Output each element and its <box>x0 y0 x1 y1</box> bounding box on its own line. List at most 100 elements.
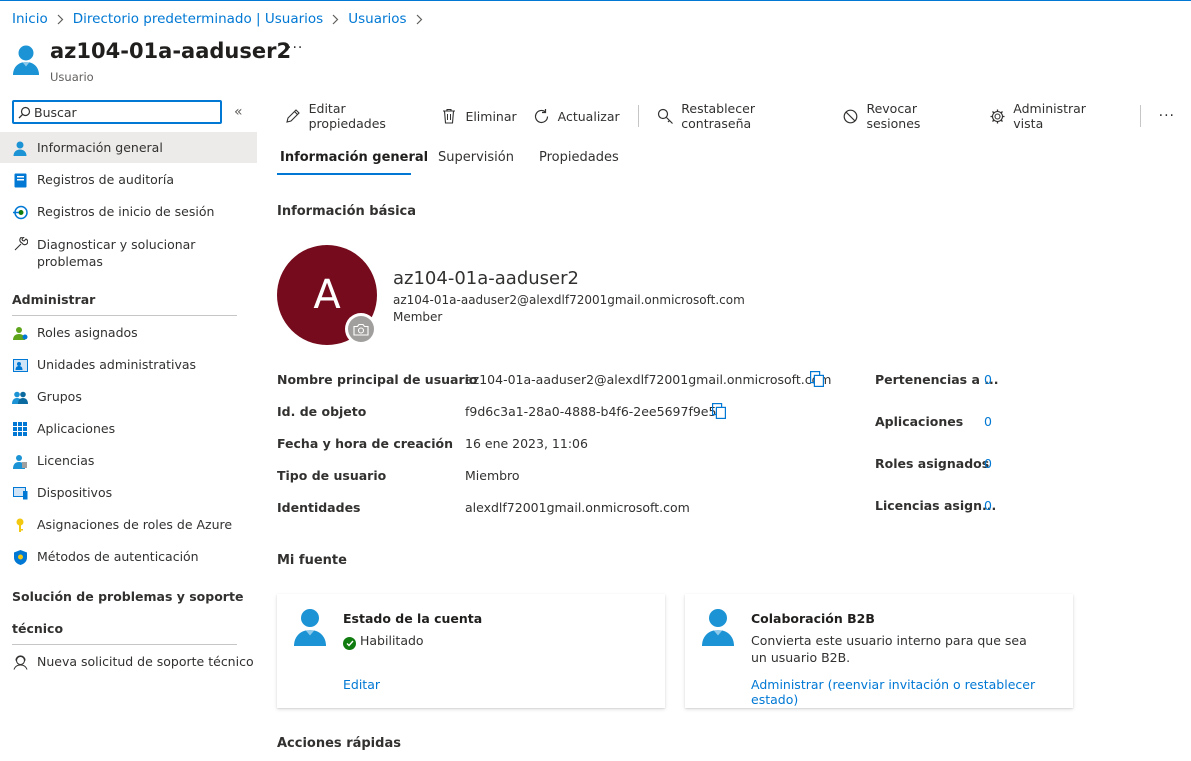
my-feed-title: Mi fuente <box>277 553 347 568</box>
sidebar-item-label: Registros de inicio de sesión <box>37 204 215 219</box>
stat-label-licenses: Licencias asign... <box>875 498 997 513</box>
edit-account-link[interactable]: Editar <box>343 677 380 692</box>
sidebar-item-groups[interactable]: Grupos <box>0 389 257 405</box>
stat-label-assigned-roles: Roles asignados <box>875 456 990 471</box>
tab-overview[interactable]: Información general <box>280 150 428 165</box>
toolbar-divider <box>637 105 639 127</box>
wrench-icon <box>12 236 28 252</box>
manage-view-button[interactable]: Administrar vista <box>989 101 1118 131</box>
user-icon <box>701 608 735 646</box>
user-display-name: az104-01a-aaduser2 <box>393 268 579 289</box>
prop-label-user-type: Tipo de usuario <box>277 468 387 483</box>
sidebar-item-azure-roles[interactable]: Asignaciones de roles de Azure <box>0 517 257 533</box>
refresh-button[interactable]: Actualizar <box>533 107 620 125</box>
sidebar-item-audit-logs[interactable]: Registros de auditoría <box>0 172 257 188</box>
sidebar-item-sign-in-logs[interactable]: Registros de inicio de sesión <box>0 204 257 220</box>
user-icon <box>12 44 40 76</box>
breadcrumb-users[interactable]: Usuarios <box>348 11 406 27</box>
toolbar-divider <box>1139 105 1141 127</box>
card-body: Convierta este usuario interno para que … <box>751 633 1027 665</box>
sidebar-item-label: Aplicaciones <box>37 421 116 436</box>
chevron-right-icon <box>57 14 64 25</box>
sidebar-item-label: Nueva solicitud de soporte técnico <box>37 654 254 669</box>
edit-properties-button[interactable]: Editar propiedades <box>284 101 424 131</box>
camera-icon <box>348 316 374 342</box>
user-icon <box>12 140 28 156</box>
tab-monitoring[interactable]: Supervisión <box>438 150 514 165</box>
prop-value-identities-link[interactable]: alexdlf72001gmail.onmicrosoft.com <box>465 500 690 515</box>
avatar-initial: A <box>313 272 341 318</box>
sidebar-item-licenses[interactable]: Licencias <box>0 453 257 469</box>
stat-value-applications[interactable]: 0 <box>984 414 992 429</box>
devices-icon <box>12 485 28 501</box>
prop-label-identities: Identidades <box>277 500 361 515</box>
manage-view-label: Administrar vista <box>1013 101 1086 131</box>
sidebar-item-assigned-roles[interactable]: Roles asignados <box>0 325 257 341</box>
delete-button[interactable]: Eliminar <box>440 107 517 125</box>
key-search-icon <box>657 107 675 125</box>
reset-password-button[interactable]: Restablecer contraseña <box>657 101 826 131</box>
sidebar-search[interactable] <box>12 100 222 124</box>
trash-icon <box>440 107 458 125</box>
user-member-type: Member <box>393 310 443 324</box>
search-input[interactable] <box>34 104 210 120</box>
copy-icon[interactable] <box>810 371 825 388</box>
admin-units-icon <box>12 357 28 373</box>
page-title: az104-01a-aaduser2 <box>50 39 292 63</box>
stat-value-licenses[interactable]: 0 <box>984 498 992 513</box>
top-accent-line <box>0 0 1191 1</box>
prop-value-object-id: f9d6c3a1-28a0-4888-b4f6-2ee5697f9e5e <box>465 404 725 419</box>
sign-in-log-icon <box>12 204 28 220</box>
basic-info-title: Información básica <box>277 204 417 219</box>
prop-label-upn: Nombre principal de usuario <box>277 372 478 387</box>
support-person-icon <box>12 654 28 670</box>
tab-properties[interactable]: Propiedades <box>539 150 619 165</box>
block-icon <box>842 107 860 125</box>
stat-value-assigned-roles[interactable]: 0 <box>984 456 992 471</box>
sidebar-item-label: Grupos <box>37 389 82 404</box>
edit-properties-label: Editar propiedades <box>308 101 386 131</box>
divider <box>12 644 237 645</box>
sidebar-section-support-cont: técnico <box>12 621 64 636</box>
check-circle-icon <box>343 637 356 650</box>
sidebar-item-label: Métodos de autenticación <box>37 549 199 564</box>
breadcrumb: Inicio Directorio predeterminado | Usuar… <box>12 11 432 27</box>
reset-password-label: Restablecer contraseña <box>681 101 755 131</box>
collapse-sidebar-button[interactable]: « <box>234 104 243 120</box>
revoke-sessions-button[interactable]: Revocar sesiones <box>842 101 973 131</box>
breadcrumb-home[interactable]: Inicio <box>12 11 48 27</box>
assigned-roles-icon <box>12 325 28 341</box>
refresh-icon <box>533 107 551 125</box>
sidebar-item-admin-units[interactable]: Unidades administrativas <box>0 357 257 373</box>
sidebar-item-label: Roles asignados <box>37 325 138 340</box>
chevron-right-icon <box>416 14 423 25</box>
sidebar-item-diagnose[interactable]: Diagnosticar y solucionar problemas <box>0 236 257 270</box>
quick-actions-title: Acciones rápidas <box>277 736 401 751</box>
copy-icon[interactable] <box>712 403 727 420</box>
stat-label-applications: Aplicaciones <box>875 414 964 429</box>
sidebar-item-auth-methods[interactable]: Métodos de autenticación <box>0 549 257 565</box>
change-photo-button[interactable] <box>345 313 377 345</box>
account-status-text: Habilitado <box>360 633 424 648</box>
prop-value-user-type: Miembro <box>465 468 520 483</box>
audit-log-icon <box>12 172 28 188</box>
gear-icon <box>989 107 1007 125</box>
manage-b2b-link[interactable]: Administrar (reenviar invitación o resta… <box>751 677 1073 707</box>
stat-value-memberships[interactable]: 0 <box>984 372 992 387</box>
sidebar-item-devices[interactable]: Dispositivos <box>0 485 257 501</box>
sidebar-item-new-support-request[interactable]: Nueva solicitud de soporte técnico <box>0 654 257 670</box>
account-status: Habilitado <box>343 632 643 650</box>
stat-label-memberships: Pertenencias a ... <box>875 372 999 387</box>
toolbar-more-button[interactable]: ··· <box>1159 108 1175 124</box>
sidebar-item-overview[interactable]: Información general <box>0 132 257 163</box>
sidebar-item-applications[interactable]: Aplicaciones <box>0 421 257 437</box>
account-status-card: Estado de la cuenta Habilitado Editar <box>277 594 665 708</box>
header-more-button[interactable]: ··· <box>287 40 303 56</box>
breadcrumb-directory[interactable]: Directorio predeterminado | Usuarios <box>73 11 323 27</box>
shield-icon <box>12 549 28 565</box>
key-icon <box>12 517 28 533</box>
prop-value-upn: az104-01a-aaduser2@alexdlf72001gmail.onm… <box>465 372 832 387</box>
licenses-icon <box>12 453 28 469</box>
card-title: Colaboración B2B <box>751 611 875 626</box>
sidebar-item-label: Información general <box>37 140 163 155</box>
